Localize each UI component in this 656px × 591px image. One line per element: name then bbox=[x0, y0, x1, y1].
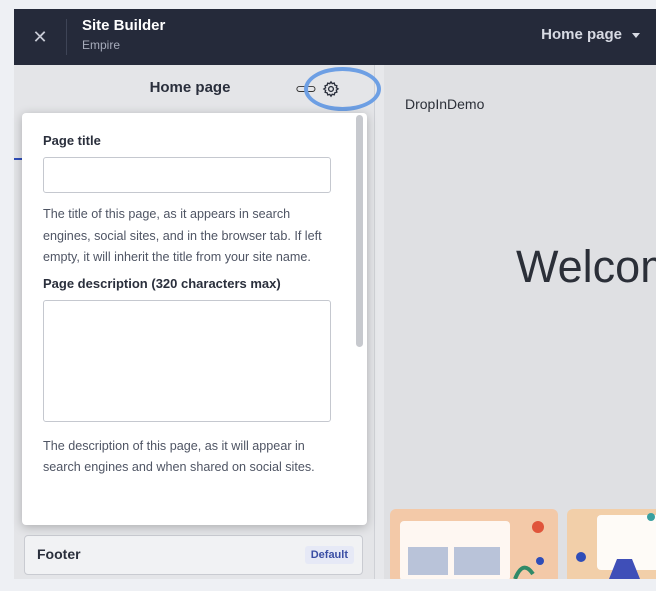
page-settings-popover: Page title The title of this page, as it… bbox=[22, 113, 367, 525]
footer-label: Footer bbox=[37, 546, 81, 562]
page-description-help: The description of this page, as it will… bbox=[43, 438, 315, 475]
top-bar: ✕ Site Builder Empire Home page bbox=[14, 9, 656, 65]
page-selector[interactable]: Home page bbox=[541, 26, 640, 43]
preview-brand: DropInDemo bbox=[405, 96, 485, 112]
footer-section-row[interactable]: Footer Default bbox=[24, 535, 363, 575]
illustration-card bbox=[390, 509, 558, 579]
page-description-label: Page description (320 characters max) bbox=[43, 275, 281, 291]
active-tab-indicator bbox=[14, 158, 22, 160]
chevron-down-icon bbox=[632, 33, 640, 38]
popover-scrollbar[interactable] bbox=[356, 115, 363, 523]
illustration-card bbox=[567, 509, 656, 579]
page-description-textarea[interactable] bbox=[43, 299, 331, 422]
default-badge: Default bbox=[304, 546, 354, 564]
page-selector-value: Home page bbox=[541, 26, 622, 43]
app-title: Site Builder bbox=[82, 17, 166, 34]
page-preview: DropInDemo Welcome bbox=[384, 65, 656, 579]
page-title-help: The title of this page, as it appears in… bbox=[43, 207, 322, 264]
highlight-ring bbox=[304, 67, 381, 111]
scrollbar-thumb[interactable] bbox=[356, 115, 363, 347]
page-title-input[interactable] bbox=[43, 157, 331, 193]
app-subtitle: Empire bbox=[82, 38, 121, 52]
close-icon[interactable]: ✕ bbox=[28, 25, 52, 49]
popover-content[interactable]: Page title The title of this page, as it… bbox=[22, 113, 367, 525]
page-title-label: Page title bbox=[43, 133, 101, 148]
divider bbox=[66, 19, 67, 55]
hero-heading: Welcome bbox=[516, 241, 656, 292]
